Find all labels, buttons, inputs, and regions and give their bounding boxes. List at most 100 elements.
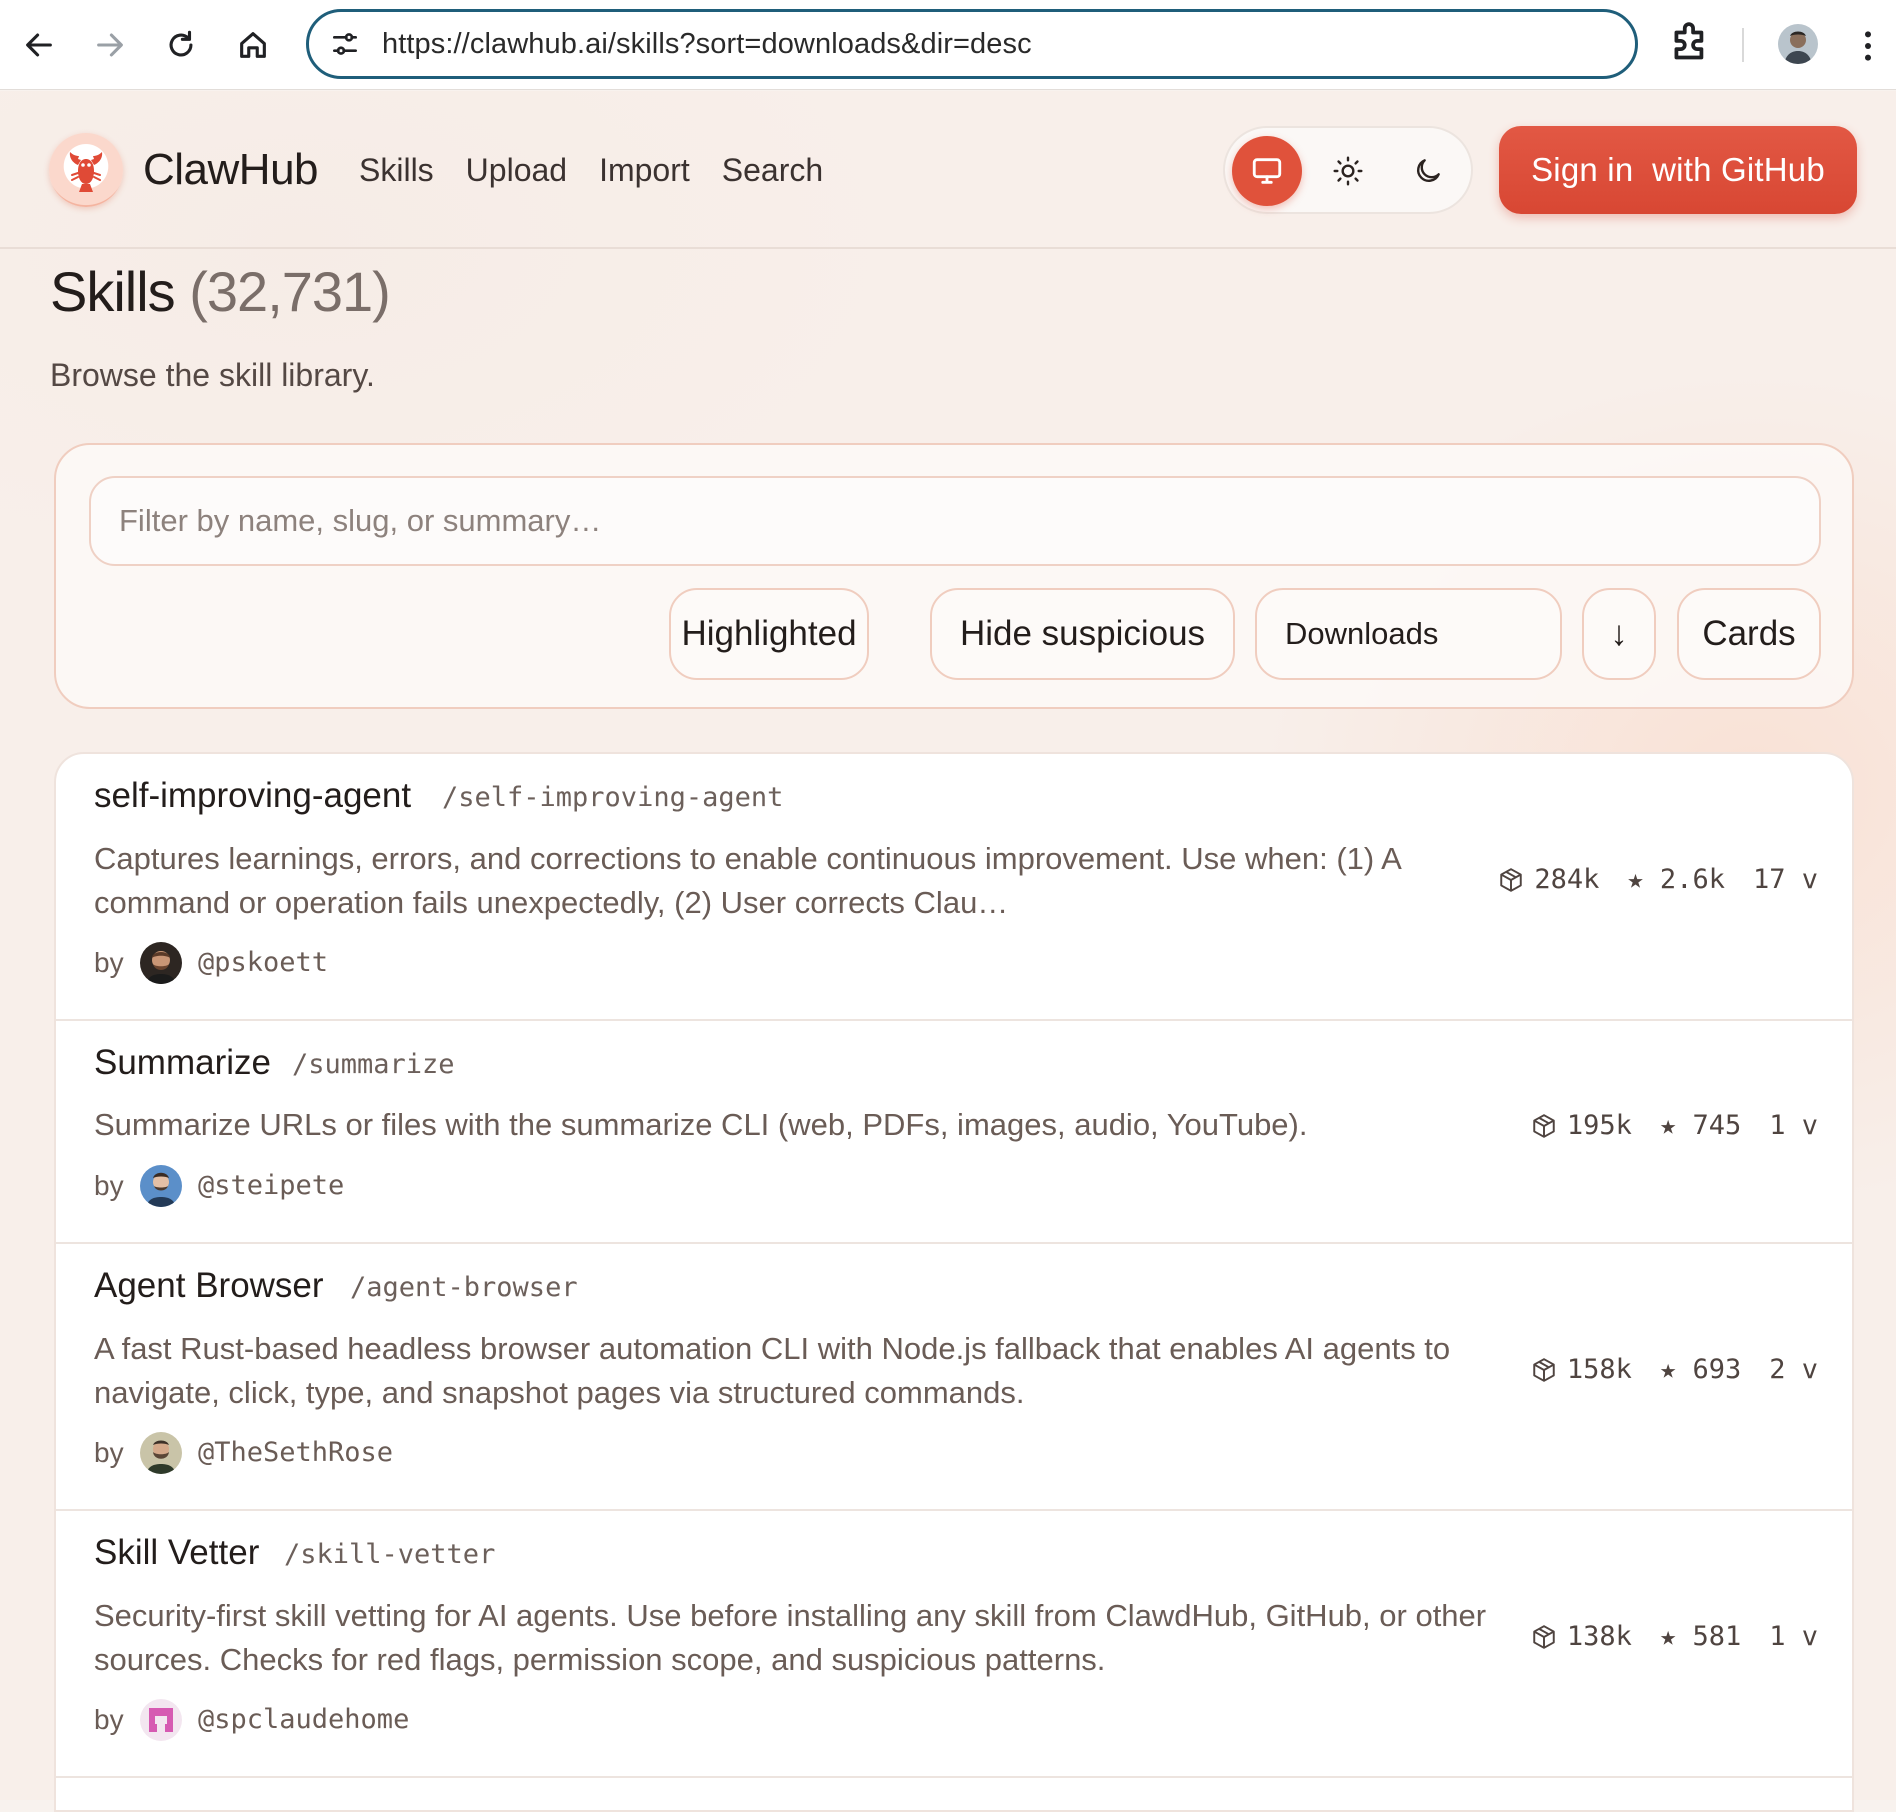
browser-toolbar: https://clawhub.ai/skills?sort=downloads… [0, 0, 1896, 90]
skill-name[interactable]: Summarize [94, 1041, 271, 1085]
skill-slug: /self-improving-agent [442, 782, 784, 813]
page-title: Skills (32,731) [50, 254, 391, 330]
filter-input[interactable] [89, 476, 1821, 566]
puzzle-piece-icon [1674, 22, 1704, 60]
skill-row[interactable]: Skill Vetter /skill-vetter Security-firs… [56, 1511, 1852, 1778]
highlighted-toggle[interactable]: Highlighted [669, 588, 869, 680]
skills-count: (32,731) [189, 260, 391, 323]
skill-row[interactable]: self-improving-agent /self-improving-age… [56, 754, 1852, 1021]
skill-stats: 195k ★ 745 1 v [1531, 1106, 1818, 1146]
by-label: by [94, 1704, 124, 1735]
forward-button[interactable] [85, 20, 135, 70]
sort-direction-button[interactable]: ↓ [1582, 588, 1656, 680]
author-avatar[interactable] [140, 1165, 182, 1207]
skill-author[interactable]: @pskoett [198, 943, 328, 983]
reload-button[interactable] [156, 20, 206, 70]
home-button[interactable] [228, 20, 278, 70]
main-nav: Skills Upload Import Search [359, 147, 855, 193]
star-count: ★ 745 [1659, 1110, 1742, 1141]
author-avatar[interactable] [140, 1699, 182, 1741]
package-icon [1533, 1358, 1555, 1382]
url-text[interactable]: https://clawhub.ai/skills?sort=downloads… [382, 12, 1032, 76]
nav-search[interactable]: Search [722, 147, 823, 193]
version-count: 2 v [1769, 1354, 1818, 1385]
package-icon [1500, 868, 1523, 892]
skill-author[interactable]: @TheSethRose [198, 1433, 393, 1473]
toolbar-divider [1742, 28, 1744, 62]
star-count: ★ 2.6k [1627, 864, 1725, 895]
more-vertical-icon [1865, 31, 1871, 61]
download-count: 284k [1534, 864, 1600, 895]
skill-row[interactable]: Summarize /summarize Summarize URLs or f… [56, 1021, 1852, 1244]
author-avatar[interactable] [140, 942, 182, 984]
back-button[interactable] [14, 20, 64, 70]
sign-in-github-button[interactable]: Sign in with GitHub [1499, 126, 1857, 214]
skill-name[interactable]: self-improving-agent [94, 774, 411, 818]
package-icon [1533, 1114, 1555, 1138]
sun-icon [1333, 156, 1363, 186]
author-identicon-icon [140, 1699, 182, 1741]
version-count: 1 v [1769, 1621, 1818, 1652]
skill-summary: Captures learnings, errors, and correcti… [94, 841, 1401, 920]
moon-icon [1417, 159, 1440, 182]
skill-summary: A fast Rust-based headless browser autom… [94, 1331, 1451, 1410]
home-icon [240, 32, 266, 58]
page-title-text: Skills [50, 260, 176, 323]
browser-menu-button[interactable] [1848, 26, 1888, 71]
reload-icon [169, 30, 193, 57]
package-icon [1533, 1625, 1555, 1649]
by-label: by [94, 947, 124, 978]
lobster-logo-icon [69, 152, 103, 192]
author-photo-icon [140, 1432, 182, 1474]
theme-light-button[interactable] [1313, 136, 1383, 206]
profile-avatar[interactable] [1778, 24, 1818, 64]
theme-system-button[interactable] [1232, 136, 1302, 206]
download-count: 138k [1566, 1621, 1632, 1652]
monitor-icon [1252, 158, 1282, 184]
hide-suspicious-toggle[interactable]: Hide suspicious [930, 588, 1235, 680]
author-photo-icon [140, 942, 182, 984]
back-arrow-icon [26, 33, 52, 57]
address-bar[interactable]: https://clawhub.ai/skills?sort=downloads… [306, 9, 1638, 79]
skill-stats: 138k ★ 581 1 v [1531, 1617, 1818, 1657]
author-photo-icon [140, 1165, 182, 1207]
star-count: ★ 581 [1659, 1621, 1742, 1652]
skill-slug: /summarize [292, 1049, 455, 1080]
page-subtitle: Browse the skill library. [50, 357, 375, 393]
theme-switcher [1223, 126, 1473, 214]
theme-dark-button[interactable] [1393, 136, 1463, 206]
author-avatar[interactable] [140, 1432, 182, 1474]
arrow-down-icon: ↓ [1610, 614, 1628, 653]
skill-stats: 284k ★ 2.6k 17 v [1498, 860, 1818, 900]
version-count: 1 v [1769, 1110, 1818, 1141]
skill-author[interactable]: @steipete [198, 1166, 344, 1206]
by-label: by [94, 1170, 124, 1201]
nav-skills[interactable]: Skills [359, 147, 434, 193]
view-mode-button[interactable]: Cards [1677, 588, 1821, 680]
filter-panel: Highlighted Hide suspicious Downloads ↓ … [54, 443, 1854, 709]
download-count: 158k [1566, 1354, 1632, 1385]
skill-slug: /skill-vetter [284, 1539, 496, 1570]
download-count: 195k [1566, 1110, 1632, 1141]
skill-author[interactable]: @spclaudehome [198, 1700, 409, 1740]
skill-slug: /agent-browser [350, 1272, 578, 1303]
skill-name[interactable]: Skill Vetter [94, 1531, 259, 1575]
skill-row[interactable]: Agent Browser /agent-browser A fast Rust… [56, 1244, 1852, 1511]
skill-summary: Security-first skill vetting for AI agen… [94, 1598, 1487, 1677]
skill-name[interactable]: Agent Browser [94, 1264, 324, 1308]
extensions-button[interactable] [1666, 20, 1716, 75]
version-count: 17 v [1752, 864, 1818, 895]
sort-select[interactable]: Downloads [1255, 588, 1562, 680]
brand-name[interactable]: ClawHub [143, 139, 319, 201]
forward-arrow-icon [97, 33, 123, 57]
star-count: ★ 693 [1659, 1354, 1742, 1385]
nav-import[interactable]: Import [599, 147, 690, 193]
skill-list: self-improving-agent /self-improving-age… [54, 752, 1854, 1812]
by-label: by [94, 1437, 124, 1468]
logo[interactable] [49, 133, 123, 207]
nav-upload[interactable]: Upload [466, 147, 567, 193]
skill-stats: 158k ★ 693 2 v [1531, 1350, 1818, 1390]
profile-photo-icon [1778, 24, 1818, 64]
site-settings-icon[interactable] [329, 28, 361, 60]
page: ClawHub Skills Upload Import Search Sign… [0, 91, 1896, 1812]
